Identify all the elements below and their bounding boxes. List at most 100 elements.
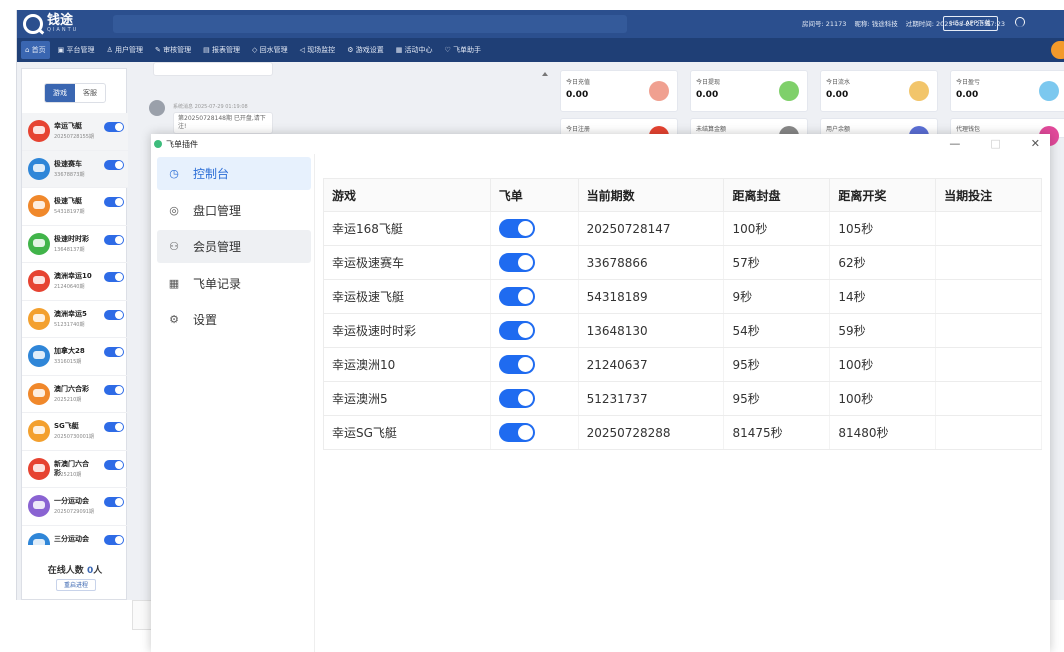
game-list-item[interactable]: 新澳门六合彩 2025210期 [22,451,128,488]
stat-label: 未结算金额 [696,126,727,133]
table-row: 幸运SG飞艇 20250728288 81475秒 81480秒 [323,415,1042,450]
game-list-item[interactable]: 澳门六合彩 2025210期 [22,376,128,413]
cell-game: 幸运168飞艇 [323,211,491,246]
nav-label: 活动中心 [404,46,433,54]
game-icon [28,157,50,180]
tab-games[interactable]: 游戏 [45,84,75,102]
collapse-toggle[interactable] [1051,41,1064,59]
game-toggle[interactable] [104,422,124,432]
cell-game: 幸运极速赛车 [323,245,491,280]
game-toggle[interactable] [104,234,124,245]
nickname: 昵称: 钱途科技 [854,20,898,28]
game-toggle[interactable] [104,159,124,170]
stat-value: 0.00 [566,90,589,100]
cell-period: 54318189 [578,279,725,314]
game-toggle[interactable] [104,497,124,507]
cell-draw: 100秒 [829,381,937,416]
game-list-item[interactable]: 幸运飞艇 20250728155期 [22,113,128,151]
chat-message: 第20250728148期 已开盘,请下注! [178,115,266,130]
grid-icon: ▦ [168,277,180,290]
menu-console[interactable]: ◷ 控制台 [157,157,311,190]
game-toggle[interactable] [104,309,124,320]
cell-period: 21240637 [578,347,725,382]
chat-bubble: 第20250728148期 已开盘,请下注! [173,112,273,134]
user-icon[interactable] [1015,17,1025,27]
game-name: 极速飞艇 [54,197,82,205]
game-list-item[interactable]: 三分运动会 [22,526,128,545]
download-button[interactable]: H5 / APP下载 [943,16,998,31]
flyer-toggle[interactable] [498,219,535,238]
cell-game: 幸运澳洲5 [323,381,491,416]
game-list-item[interactable]: 澳洲幸运5 51231740期 [22,301,128,338]
flyer-toggle[interactable] [498,253,535,272]
cell-bet [935,211,1042,246]
cell-period: 20250728288 [578,415,725,450]
cell-bet [935,313,1042,348]
header-draw: 距离开奖 [829,178,937,212]
top-bar-ticker [113,15,627,33]
scroll-up-icon[interactable] [542,72,548,76]
menu-settings[interactable]: ⚙ 设置 [157,303,311,336]
nav-monitor[interactable]: ◁ 现场监控 [296,41,340,59]
game-list-item[interactable]: 极速赛车 33678873期 [22,150,128,188]
game-toggle[interactable] [104,347,124,357]
nav-rebate[interactable]: ◇ 回水管理 [248,41,292,59]
game-name: 幸运飞艇 [54,122,82,130]
nav-label: 审核管理 [163,46,192,54]
logo-icon [23,14,43,34]
game-toggle[interactable] [104,272,124,282]
maximize-button[interactable]: □ [990,137,1000,150]
game-icon [28,495,50,517]
menu-label: 飞单记录 [193,277,242,291]
game-toggle[interactable] [104,197,124,207]
nav-users[interactable]: ♙ 用户管理 [103,41,148,59]
cell-close: 81475秒 [723,415,831,450]
game-list-item[interactable]: 澳洲幸运10 21240640期 [22,263,128,301]
nav-report[interactable]: ▤ 报表管理 [199,41,244,59]
chat-area: 系统消息 2025-07-29 01:19:08 第20250728148期 已… [143,62,535,142]
cell-close: 95秒 [723,347,831,382]
game-icon [28,532,50,545]
cell-draw: 105秒 [829,211,937,246]
menu-records[interactable]: ▦ 飞单记录 [157,267,311,300]
game-toggle[interactable] [104,384,124,395]
restart-button[interactable]: 重启进程 [56,579,96,591]
nav-platform[interactable]: ▣ 平台管理 [54,41,99,59]
game-list-item[interactable]: SG飞艇 20250730001期 [22,413,128,451]
game-list-item[interactable]: 极速飞艇 54318197期 [22,188,128,226]
stat-label: 今日提现 [696,79,721,86]
game-toggle[interactable] [104,534,124,545]
nav-audit[interactable]: ✎ 审核管理 [151,41,195,59]
game-list-item[interactable]: 加拿大28 3316015期 [22,338,128,376]
flyer-toggle[interactable] [498,287,535,306]
menu-market[interactable]: ◎ 盘口管理 [157,194,311,227]
nav-flyer[interactable]: ♡ 飞单助手 [441,41,486,59]
flyer-toggle[interactable] [498,389,535,408]
menu-members[interactable]: ⚇ 会员管理 [157,230,311,263]
game-period: 2025210期 [54,396,82,403]
game-toggle[interactable] [104,122,124,132]
nav-label: 飞单助手 [453,46,482,54]
game-list-item[interactable]: 一分运动会 20250729091期 [22,488,128,526]
table-row: 幸运澳洲5 51231737 95秒 100秒 [323,381,1042,416]
game-toggle[interactable] [104,459,124,470]
nav-home[interactable]: ⌂ 首页 [21,41,50,59]
flyer-toggle[interactable] [498,321,535,340]
stat-card: 今日盈亏 0.00 [950,70,1064,112]
game-icon [28,232,50,255]
close-button[interactable]: ✕ [1031,137,1040,150]
nav-events[interactable]: ▦ 活动中心 [392,41,437,59]
flyer-toggle[interactable] [498,423,535,442]
flyer-toggle[interactable] [498,355,535,374]
stat-label: 今日盈亏 [956,79,981,86]
minimize-button[interactable]: — [949,137,960,150]
cell-game: 幸运极速飞艇 [323,279,491,314]
nav-label: 游戏设置 [355,46,384,54]
tab-service[interactable]: 客服 [75,84,105,102]
cell-bet [935,347,1042,382]
game-name: 澳洲幸运10 [54,272,92,280]
nav-game-settings[interactable]: ⚙ 游戏设置 [343,41,388,59]
cell-close: 54秒 [723,313,831,348]
game-list-item[interactable]: 极速时时彩 13648137期 [22,226,128,263]
brand-logo[interactable]: 钱途 QIANTU [23,14,123,34]
